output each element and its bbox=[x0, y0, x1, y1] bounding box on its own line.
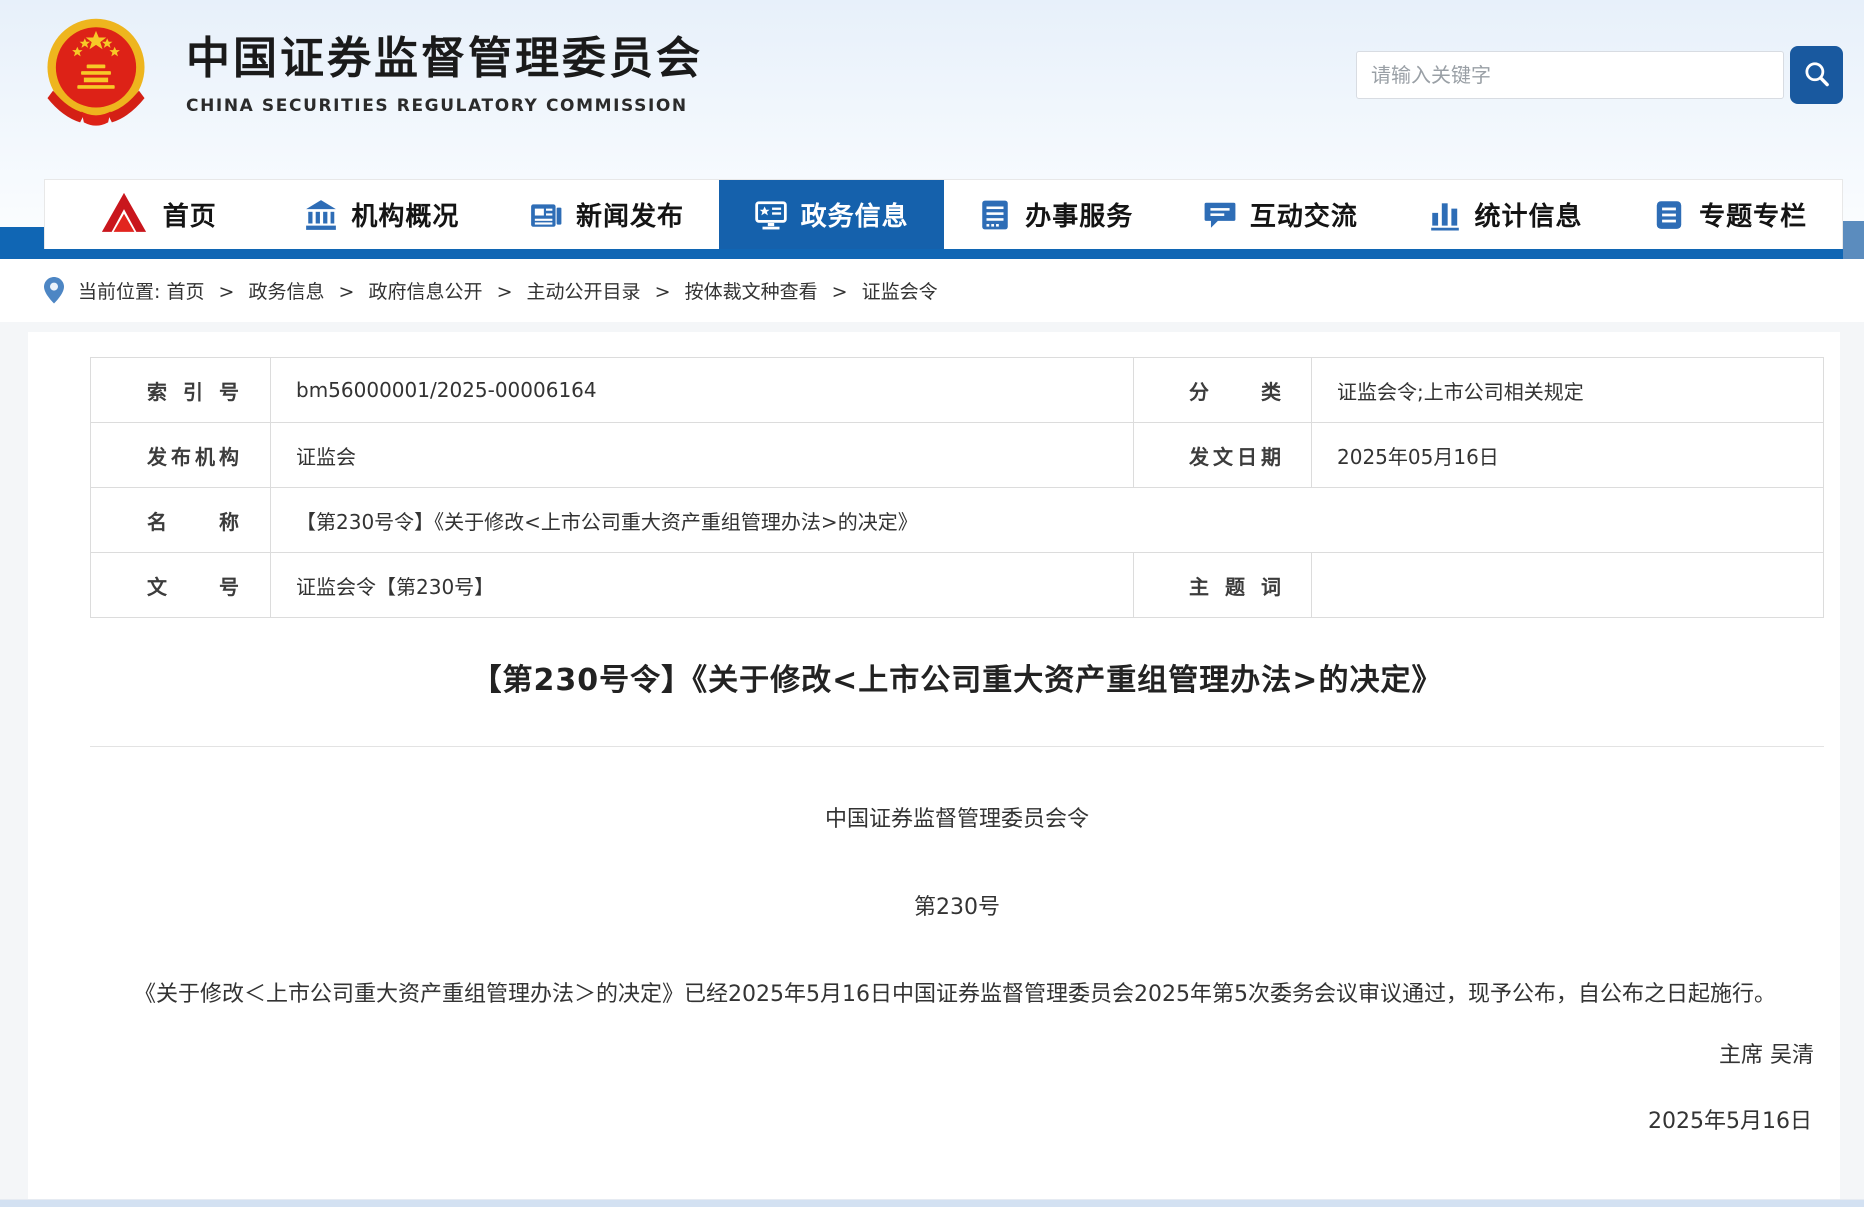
nav-item-label: 互动交流 bbox=[1250, 196, 1358, 233]
breadcrumb-separator: > bbox=[655, 281, 671, 303]
breadcrumb-separator: > bbox=[339, 281, 355, 303]
brand: 中国证券监督管理委员会 CHINA SECURITIES REGULATORY … bbox=[40, 0, 703, 150]
nav-item-label: 首页 bbox=[163, 196, 217, 233]
breadcrumb-separator: > bbox=[219, 281, 235, 303]
location-pin-icon bbox=[44, 277, 64, 304]
meta-label-category: 分类 bbox=[1134, 358, 1312, 423]
nav-item-gov-info[interactable]: 政务信息 bbox=[719, 180, 944, 249]
document-signer: 主席 吴清 bbox=[90, 1041, 1824, 1071]
nav-item-label: 统计信息 bbox=[1475, 196, 1583, 233]
document-org-line: 中国证券监督管理委员会令 bbox=[90, 805, 1824, 835]
document-paragraph: 《关于修改＜上市公司重大资产重组管理办法＞的决定》已经2025年5月16日中国证… bbox=[90, 963, 1824, 1027]
meta-value-index: bm56000001/2025-00006164 bbox=[271, 358, 1134, 423]
nav-item-label: 专题专栏 bbox=[1699, 196, 1807, 233]
header-zone: 中国证券监督管理委员会 CHINA SECURITIES REGULATORY … bbox=[0, 0, 1864, 259]
breadcrumb-item-disclosure[interactable]: 政府信息公开 bbox=[369, 281, 483, 303]
document-meta-table: 索引号 bm56000001/2025-00006164 分类 证监会令;上市公… bbox=[90, 357, 1824, 618]
institution-icon bbox=[304, 198, 338, 232]
special-column-icon bbox=[1652, 198, 1686, 232]
page: 中国证券监督管理委员会 CHINA SECURITIES REGULATORY … bbox=[0, 0, 1864, 1207]
nav-item-news[interactable]: 新闻发布 bbox=[494, 180, 719, 249]
nav-item-special[interactable]: 专题专栏 bbox=[1617, 180, 1842, 249]
bar-chart-icon bbox=[1428, 198, 1462, 232]
nav-item-home[interactable]: 首页 bbox=[45, 180, 270, 249]
national-emblem-icon bbox=[40, 8, 152, 136]
search-icon bbox=[1801, 59, 1833, 91]
title-divider bbox=[90, 746, 1824, 747]
meta-value-keywords bbox=[1312, 553, 1824, 618]
breadcrumb-item-gov-info[interactable]: 政务信息 bbox=[248, 281, 324, 303]
site-header: 中国证券监督管理委员会 CHINA SECURITIES REGULATORY … bbox=[0, 0, 1864, 179]
meta-value-docno: 证监会令【第230号】 bbox=[271, 553, 1134, 618]
breadcrumb-item-catalog[interactable]: 主动公开目录 bbox=[527, 281, 641, 303]
meta-label-docno: 文号 bbox=[91, 553, 271, 618]
document-date: 2025年5月16日 bbox=[90, 1107, 1824, 1137]
news-icon bbox=[529, 198, 563, 232]
table-row: 发布机构 证监会 发文日期 2025年05月16日 bbox=[91, 423, 1824, 488]
nav-bar: 首页 机构概况 bbox=[44, 179, 1843, 249]
meta-label-index: 索引号 bbox=[91, 358, 271, 423]
meta-label-name: 名称 bbox=[91, 488, 271, 553]
content-card: 索引号 bm56000001/2025-00006164 分类 证监会令;上市公… bbox=[28, 332, 1840, 1200]
nav-right-accent bbox=[1843, 221, 1864, 259]
search-area bbox=[1356, 46, 1843, 104]
breadcrumb-band: 当前位置: 首页 > 政务信息 > 政府信息公开 > 主动公开目录 > 按体裁文… bbox=[0, 259, 1864, 322]
nav-item-label: 办事服务 bbox=[1025, 196, 1133, 233]
nav-item-about[interactable]: 机构概况 bbox=[270, 180, 495, 249]
search-button[interactable] bbox=[1790, 46, 1843, 104]
chat-bubble-icon bbox=[1203, 198, 1237, 232]
footer-strip bbox=[0, 1199, 1864, 1207]
breadcrumb-prefix: 当前位置: bbox=[78, 281, 160, 303]
meta-value-date: 2025年05月16日 bbox=[1312, 423, 1824, 488]
breadcrumb-separator: > bbox=[832, 281, 848, 303]
meta-value-name: 【第230号令】《关于修改<上市公司重大资产重组管理办法>的决定》 bbox=[271, 488, 1824, 553]
meta-value-category: 证监会令;上市公司相关规定 bbox=[1312, 358, 1824, 423]
breadcrumb-item-by-type[interactable]: 按体裁文种查看 bbox=[685, 281, 818, 303]
nav-item-label: 新闻发布 bbox=[576, 196, 684, 233]
breadcrumb-item-csrc-order[interactable]: 证监会令 bbox=[862, 281, 938, 303]
meta-value-org: 证监会 bbox=[271, 423, 1134, 488]
meta-label-date: 发文日期 bbox=[1134, 423, 1312, 488]
site-title-en: CHINA SECURITIES REGULATORY COMMISSION bbox=[186, 96, 703, 116]
nav-item-label: 政务信息 bbox=[801, 196, 909, 233]
gov-info-monitor-icon bbox=[754, 198, 788, 232]
table-row: 名称 【第230号令】《关于修改<上市公司重大资产重组管理办法>的决定》 bbox=[91, 488, 1824, 553]
breadcrumb-separator: > bbox=[497, 281, 513, 303]
table-row: 文号 证监会令【第230号】 主题词 bbox=[91, 553, 1824, 618]
meta-label-keywords: 主题词 bbox=[1134, 553, 1312, 618]
meta-label-org: 发布机构 bbox=[91, 423, 271, 488]
nav-item-services[interactable]: 办事服务 bbox=[944, 180, 1169, 249]
breadcrumb: 当前位置: 首页 > 政务信息 > 政府信息公开 > 主动公开目录 > 按体裁文… bbox=[78, 277, 938, 304]
breadcrumb-item-home[interactable]: 首页 bbox=[166, 281, 204, 303]
csrc-logo-icon bbox=[98, 189, 150, 241]
table-row: 索引号 bm56000001/2025-00006164 分类 证监会令;上市公… bbox=[91, 358, 1824, 423]
search-input[interactable] bbox=[1356, 51, 1784, 99]
services-doc-icon bbox=[978, 198, 1012, 232]
brand-text: 中国证券监督管理委员会 CHINA SECURITIES REGULATORY … bbox=[186, 34, 703, 117]
site-title: 中国证券监督管理委员会 bbox=[186, 34, 703, 85]
nav-item-statistics[interactable]: 统计信息 bbox=[1393, 180, 1618, 249]
page-title: 【第230号令】《关于修改<上市公司重大资产重组管理办法>的决定》 bbox=[90, 660, 1824, 702]
nav-item-label: 机构概况 bbox=[351, 196, 459, 233]
document-number-line: 第230号 bbox=[90, 893, 1824, 923]
nav-item-interaction[interactable]: 互动交流 bbox=[1168, 180, 1393, 249]
main-nav: 首页 机构概况 bbox=[0, 179, 1864, 259]
